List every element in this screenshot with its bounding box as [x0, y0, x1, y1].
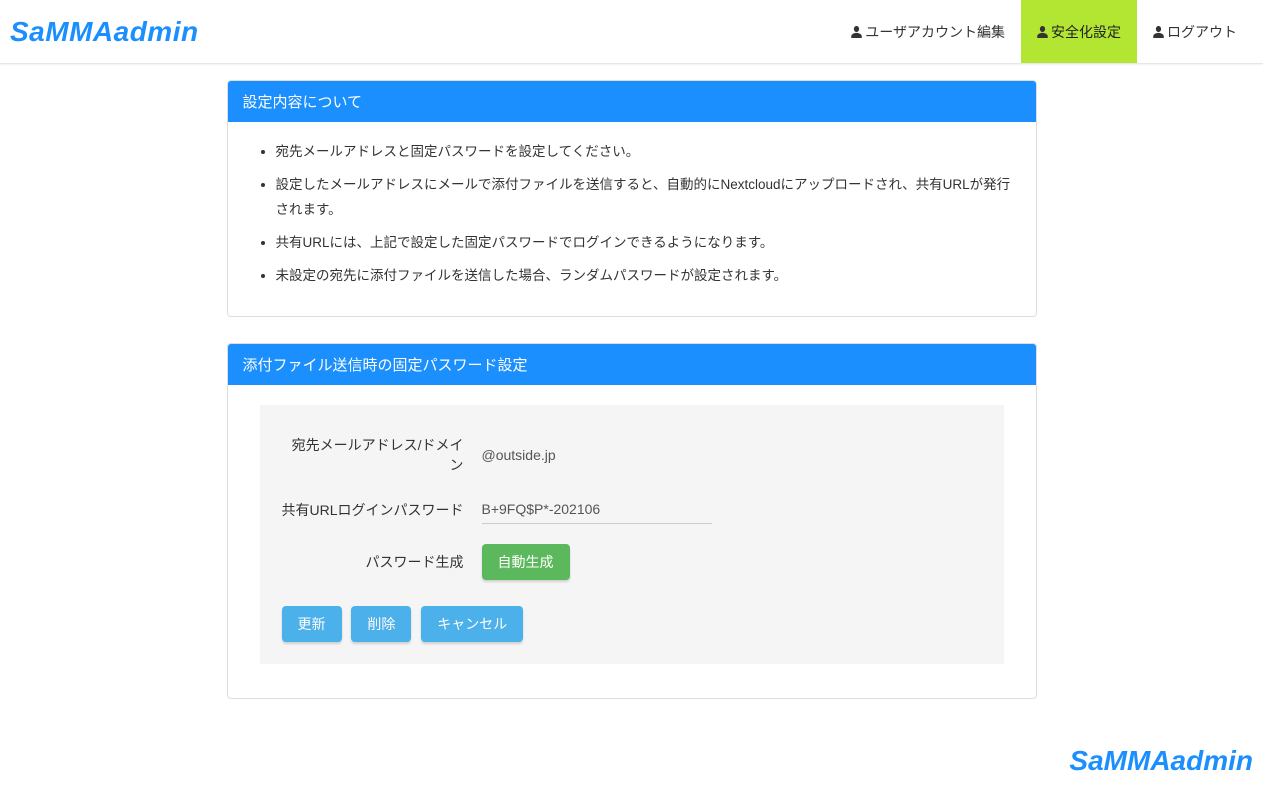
user-icon [1037, 26, 1048, 38]
about-list: 宛先メールアドレスと固定パスワードを設定してください。 設定したメールアドレスに… [248, 140, 1016, 288]
panel-about: 設定内容について 宛先メールアドレスと固定パスワードを設定してください。 設定し… [227, 80, 1037, 317]
nav-user-account-edit[interactable]: ユーザアカウント編集 [835, 0, 1021, 63]
value-password-wrap [482, 495, 982, 524]
panel-password-form-header: 添付ファイル送信時の固定パスワード設定 [228, 344, 1036, 385]
update-button[interactable]: 更新 [282, 606, 342, 642]
generate-button[interactable]: 自動生成 [482, 544, 570, 580]
nav-logout-label: ログアウト [1167, 22, 1237, 42]
nav-security-settings[interactable]: 安全化設定 [1021, 0, 1137, 63]
nav-right: ユーザアカウント編集 安全化設定 ログアウト [835, 0, 1253, 63]
top-navbar: SaMMAadmin ユーザアカウント編集 安全化設定 ログアウト [0, 0, 1263, 64]
nav-user-account-edit-label: ユーザアカウント編集 [865, 22, 1005, 42]
about-item: 設定したメールアドレスにメールで添付ファイルを送信すると、自動的にNextclo… [276, 173, 1016, 222]
panel-password-form-body: 宛先メールアドレス/ドメイン @outside.jp 共有URLログインパスワー… [228, 385, 1036, 698]
delete-button[interactable]: 削除 [351, 606, 411, 642]
form-area: 宛先メールアドレス/ドメイン @outside.jp 共有URLログインパスワー… [260, 405, 1004, 664]
nav-logout[interactable]: ログアウト [1137, 0, 1253, 63]
label-generate: パスワード生成 [282, 552, 482, 572]
panel-about-header: 設定内容について [228, 81, 1036, 122]
main-container: 設定内容について 宛先メールアドレスと固定パスワードを設定してください。 設定し… [227, 80, 1037, 699]
label-address: 宛先メールアドレス/ドメイン [282, 435, 482, 475]
buttons-row: 更新 削除 キャンセル [282, 606, 982, 642]
form-row-password: 共有URLログインパスワード [282, 495, 982, 524]
panel-about-body: 宛先メールアドレスと固定パスワードを設定してください。 設定したメールアドレスに… [228, 122, 1036, 316]
password-input[interactable] [482, 495, 712, 524]
about-item: 共有URLには、上記で設定した固定パスワードでログインできるようになります。 [276, 231, 1016, 255]
footer-brand: SaMMAadmin [0, 725, 1263, 797]
nav-security-settings-label: 安全化設定 [1051, 22, 1121, 42]
label-password: 共有URLログインパスワード [282, 500, 482, 520]
value-address-wrap: @outside.jp [482, 443, 982, 467]
form-row-address: 宛先メールアドレス/ドメイン @outside.jp [282, 435, 982, 475]
user-icon [851, 26, 862, 38]
user-icon [1153, 26, 1164, 38]
form-row-generate: パスワード生成 自動生成 [282, 544, 982, 580]
about-item: 宛先メールアドレスと固定パスワードを設定してください。 [276, 140, 1016, 164]
value-address: @outside.jp [482, 443, 556, 467]
panel-password-form: 添付ファイル送信時の固定パスワード設定 宛先メールアドレス/ドメイン @outs… [227, 343, 1037, 699]
cancel-button[interactable]: キャンセル [421, 606, 523, 642]
brand-logo[interactable]: SaMMAadmin [10, 16, 199, 48]
value-generate-wrap: 自動生成 [482, 544, 982, 580]
about-item: 未設定の宛先に添付ファイルを送信した場合、ランダムパスワードが設定されます。 [276, 264, 1016, 288]
